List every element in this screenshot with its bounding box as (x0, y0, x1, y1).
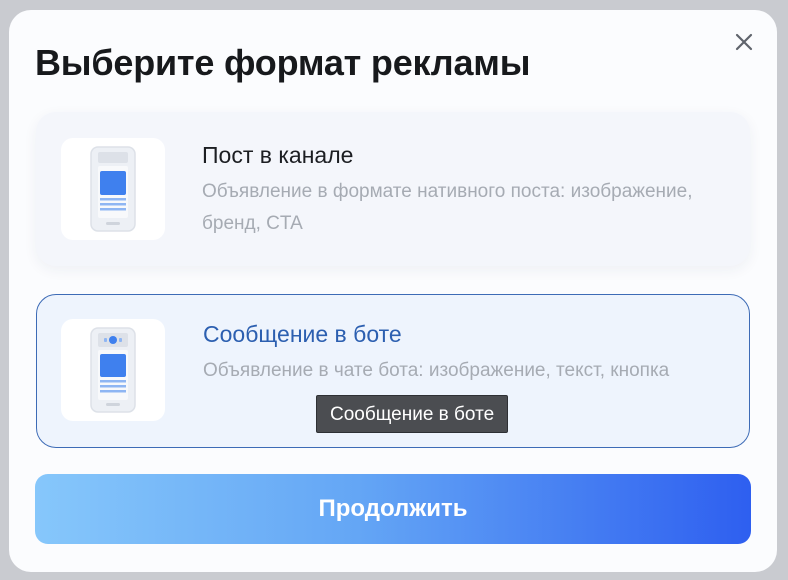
option-channel-post[interactable]: Пост в канале Объявление в формате натив… (36, 112, 750, 266)
option-title: Сообщение в боте (203, 321, 402, 347)
ad-format-dialog: Выберите формат рекламы Пост в канале Об… (9, 10, 777, 572)
option-description: Объявление в формате нативного поста: из… (202, 181, 693, 234)
option-thumbnail (61, 138, 165, 240)
option-description: Объявление в чате бота: изображение, тек… (203, 360, 670, 381)
close-button[interactable] (731, 29, 757, 55)
phone-bot-message-icon (90, 327, 136, 413)
continue-button[interactable]: Продолжить (35, 474, 751, 544)
tooltip: Сообщение в боте (316, 395, 509, 433)
option-title: Пост в канале (202, 142, 354, 168)
close-icon (735, 33, 753, 51)
dialog-title: Выберите формат рекламы (35, 42, 531, 83)
option-thumbnail (61, 319, 165, 421)
phone-post-icon (90, 146, 136, 232)
